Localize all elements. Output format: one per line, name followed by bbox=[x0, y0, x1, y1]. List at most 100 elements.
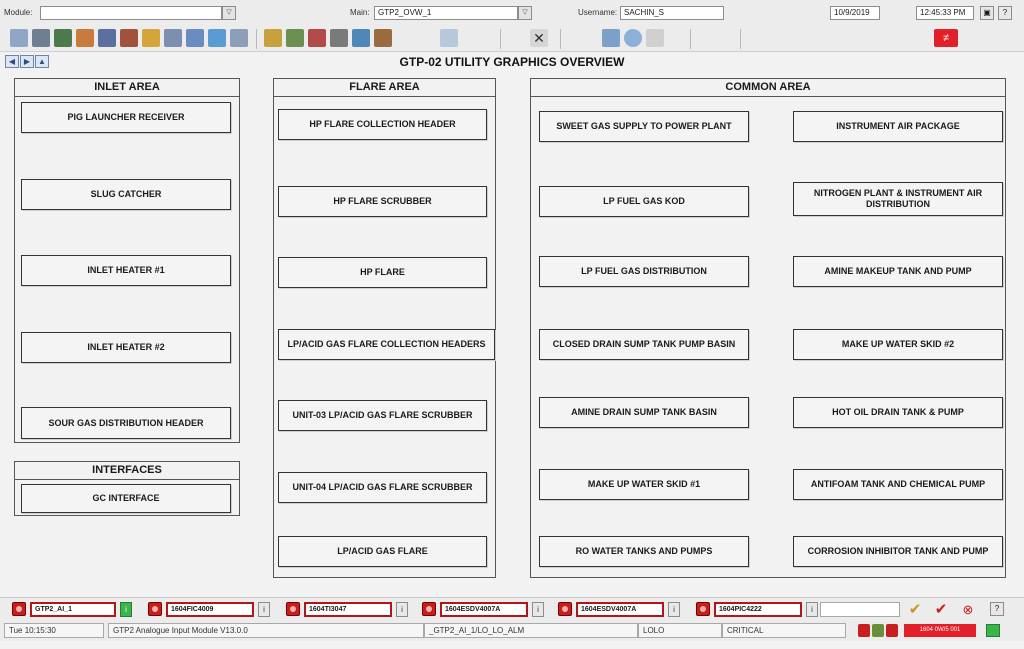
main-dropdown-button[interactable]: ▽ bbox=[518, 6, 532, 20]
status-plant-icon bbox=[872, 624, 884, 637]
inlet-area-item[interactable]: INLET HEATER #1 bbox=[21, 255, 231, 286]
common-area-panel: COMMON AREA SWEET GAS SUPPLY TO POWER PL… bbox=[530, 78, 1006, 578]
common-area-item[interactable]: AMINE DRAIN SUMP TANK BASIN bbox=[539, 397, 749, 428]
alarm-tag[interactable]: 1604PIC4222 bbox=[714, 602, 802, 617]
flare-area-heading: FLARE AREA bbox=[274, 79, 495, 97]
alarm-silence-icon[interactable]: ≠ bbox=[934, 29, 958, 47]
toolbar-folder-icon[interactable] bbox=[142, 29, 160, 47]
common-area-item[interactable]: MAKE UP WATER SKID #1 bbox=[539, 469, 749, 500]
alarm-tag[interactable]: 1604TI3047 bbox=[304, 602, 392, 617]
top-info-bar: Module: ▽ Main: GTP2_OVW_1 ▽ Username: S… bbox=[0, 0, 1024, 26]
alarm-icon[interactable] bbox=[12, 602, 26, 616]
inlet-area-panel: INLET AREA PIG LAUNCHER RECEIVER SLUG CA… bbox=[14, 78, 240, 443]
toolbar-book-icon[interactable] bbox=[120, 29, 138, 47]
wrench-icon[interactable]: ✕ bbox=[530, 29, 548, 47]
status-limit: LOLO bbox=[638, 623, 722, 638]
toolbar-clock-icon[interactable] bbox=[624, 29, 642, 47]
toolbar-export-icon[interactable] bbox=[440, 29, 458, 47]
interfaces-heading: INTERFACES bbox=[15, 462, 239, 480]
main-field[interactable]: GTP2_OVW_1 bbox=[374, 6, 518, 20]
alarm-help-button[interactable]: ? bbox=[990, 602, 1004, 616]
alarm-tag[interactable]: 1604FIC4009 bbox=[166, 602, 254, 617]
alarm-filter-field[interactable] bbox=[820, 602, 900, 617]
silence-horn-icon[interactable]: ⊗ bbox=[956, 600, 980, 619]
toolbar-back-icon[interactable] bbox=[164, 29, 182, 47]
toolbar-notes-icon[interactable] bbox=[264, 29, 282, 47]
inlet-area-item[interactable]: SOUR GAS DISTRIBUTION HEADER bbox=[21, 407, 231, 439]
flare-area-item[interactable]: LP/ACID GAS FLARE COLLECTION HEADERS bbox=[278, 329, 495, 360]
common-area-item[interactable]: CLOSED DRAIN SUMP TANK PUMP BASIN bbox=[539, 329, 749, 360]
module-dropdown-button[interactable]: ▽ bbox=[222, 6, 236, 20]
page-title: GTP-02 UTILITY GRAPHICS OVERVIEW bbox=[399, 55, 625, 69]
inlet-area-heading: INLET AREA bbox=[15, 79, 239, 97]
alarm-info-button[interactable]: i bbox=[396, 602, 408, 617]
alarm-icon[interactable] bbox=[148, 602, 162, 616]
toolbar-tools-icon[interactable] bbox=[374, 29, 392, 47]
common-area-item[interactable]: CORROSION INHIBITOR TANK AND PUMP bbox=[793, 536, 1003, 567]
common-area-item[interactable]: ANTIFOAM TANK AND CHEMICAL PUMP bbox=[793, 469, 1003, 500]
flare-area-item[interactable]: HP FLARE SCRUBBER bbox=[278, 186, 487, 217]
common-area-item[interactable]: LP FUEL GAS DISTRIBUTION bbox=[539, 256, 749, 287]
alarm-info-button[interactable]: i bbox=[258, 602, 270, 617]
common-area-item[interactable]: RO WATER TANKS AND PUMPS bbox=[539, 536, 749, 567]
toolbar-list-icon[interactable] bbox=[230, 29, 248, 47]
common-area-item[interactable]: LP FUEL GAS KOD bbox=[539, 186, 749, 217]
status-users-icon bbox=[886, 624, 898, 637]
toolbar-window-icon[interactable] bbox=[186, 29, 204, 47]
alarm-info-button[interactable]: i bbox=[668, 602, 680, 617]
flare-area-item[interactable]: UNIT-03 LP/ACID GAS FLARE SCRUBBER bbox=[278, 400, 487, 431]
status-module: GTP2 Analogue Input Module V13.0.0 bbox=[108, 623, 424, 638]
acknowledge-all-icon[interactable]: ✔ bbox=[930, 600, 952, 619]
toolbar-trend-icon[interactable] bbox=[54, 29, 72, 47]
common-area-item[interactable]: NITROGEN PLANT & INSTRUMENT AIR DISTRIBU… bbox=[793, 182, 1003, 216]
alarm-icon[interactable] bbox=[286, 602, 300, 616]
module-field[interactable] bbox=[40, 6, 222, 20]
print-icon[interactable]: ▣ bbox=[980, 6, 994, 20]
alarm-banner: GTP2_AI_1 i 1604FIC4009 i 1604TI3047 i 1… bbox=[0, 597, 1024, 621]
alarm-tag[interactable]: GTP2_AI_1 bbox=[30, 602, 116, 617]
acknowledge-icon[interactable]: ✔ bbox=[904, 600, 926, 619]
toolbar-table-icon[interactable] bbox=[330, 29, 348, 47]
alarm-tag[interactable]: 1604ESDV4007A bbox=[576, 602, 664, 617]
common-area-item[interactable]: HOT OIL DRAIN TANK & PUMP bbox=[793, 397, 1003, 428]
status-counter: 1604 0W/5 001 bbox=[904, 624, 976, 637]
alarm-info-button[interactable]: i bbox=[806, 602, 818, 617]
help-button[interactable]: ? bbox=[998, 6, 1012, 20]
common-area-item[interactable]: INSTRUMENT AIR PACKAGE bbox=[793, 111, 1003, 142]
toolbar: ✕ ≠ bbox=[0, 26, 1024, 52]
toolbar-home-icon[interactable] bbox=[10, 29, 28, 47]
inlet-area-item[interactable]: PIG LAUNCHER RECEIVER bbox=[21, 102, 231, 133]
alarm-info-button[interactable]: i bbox=[120, 602, 132, 617]
flare-area-item[interactable]: HP FLARE COLLECTION HEADER bbox=[278, 109, 487, 140]
toolbar-users-icon[interactable] bbox=[308, 29, 326, 47]
status-time: Tue 10:15:30 bbox=[4, 623, 104, 638]
module-label: Module: bbox=[4, 8, 33, 17]
toolbar-alarm-icon[interactable] bbox=[76, 29, 94, 47]
toolbar-chart-icon[interactable] bbox=[208, 29, 226, 47]
gc-interface-button[interactable]: GC INTERFACE bbox=[21, 484, 231, 513]
alarm-tag[interactable]: 1604ESDV4007A bbox=[440, 602, 528, 617]
status-network-icon bbox=[986, 624, 1000, 637]
alarm-icon[interactable] bbox=[558, 602, 572, 616]
alarm-info-button[interactable]: i bbox=[532, 602, 544, 617]
common-area-item[interactable]: SWEET GAS SUPPLY TO POWER PLANT bbox=[539, 111, 749, 142]
flare-area-item[interactable]: HP FLARE bbox=[278, 257, 487, 288]
toolbar-print-icon[interactable] bbox=[32, 29, 50, 47]
inlet-area-item[interactable]: SLUG CATCHER bbox=[21, 179, 231, 210]
toolbar-separator bbox=[740, 29, 741, 49]
common-area-item[interactable]: AMINE MAKEUP TANK AND PUMP bbox=[793, 256, 1003, 287]
alarm-icon[interactable] bbox=[422, 602, 436, 616]
flare-area-item[interactable]: LP/ACID GAS FLARE bbox=[278, 536, 487, 567]
toolbar-users-group-icon[interactable] bbox=[602, 29, 620, 47]
toolbar-grid-icon[interactable] bbox=[98, 29, 116, 47]
toolbar-plant-icon[interactable] bbox=[286, 29, 304, 47]
inlet-area-item[interactable]: INLET HEATER #2 bbox=[21, 332, 231, 363]
toolbar-network-icon[interactable] bbox=[352, 29, 370, 47]
toolbar-keyboard-icon[interactable] bbox=[646, 29, 664, 47]
common-area-item[interactable]: MAKE UP WATER SKID #2 bbox=[793, 329, 1003, 360]
common-area-heading: COMMON AREA bbox=[531, 79, 1005, 97]
alarm-icon[interactable] bbox=[696, 602, 710, 616]
flare-area-item[interactable]: UNIT-04 LP/ACID GAS FLARE SCRUBBER bbox=[278, 472, 487, 503]
username-field: SACHIN_S bbox=[620, 6, 724, 20]
time-field: 12:45:33 PM bbox=[916, 6, 974, 20]
